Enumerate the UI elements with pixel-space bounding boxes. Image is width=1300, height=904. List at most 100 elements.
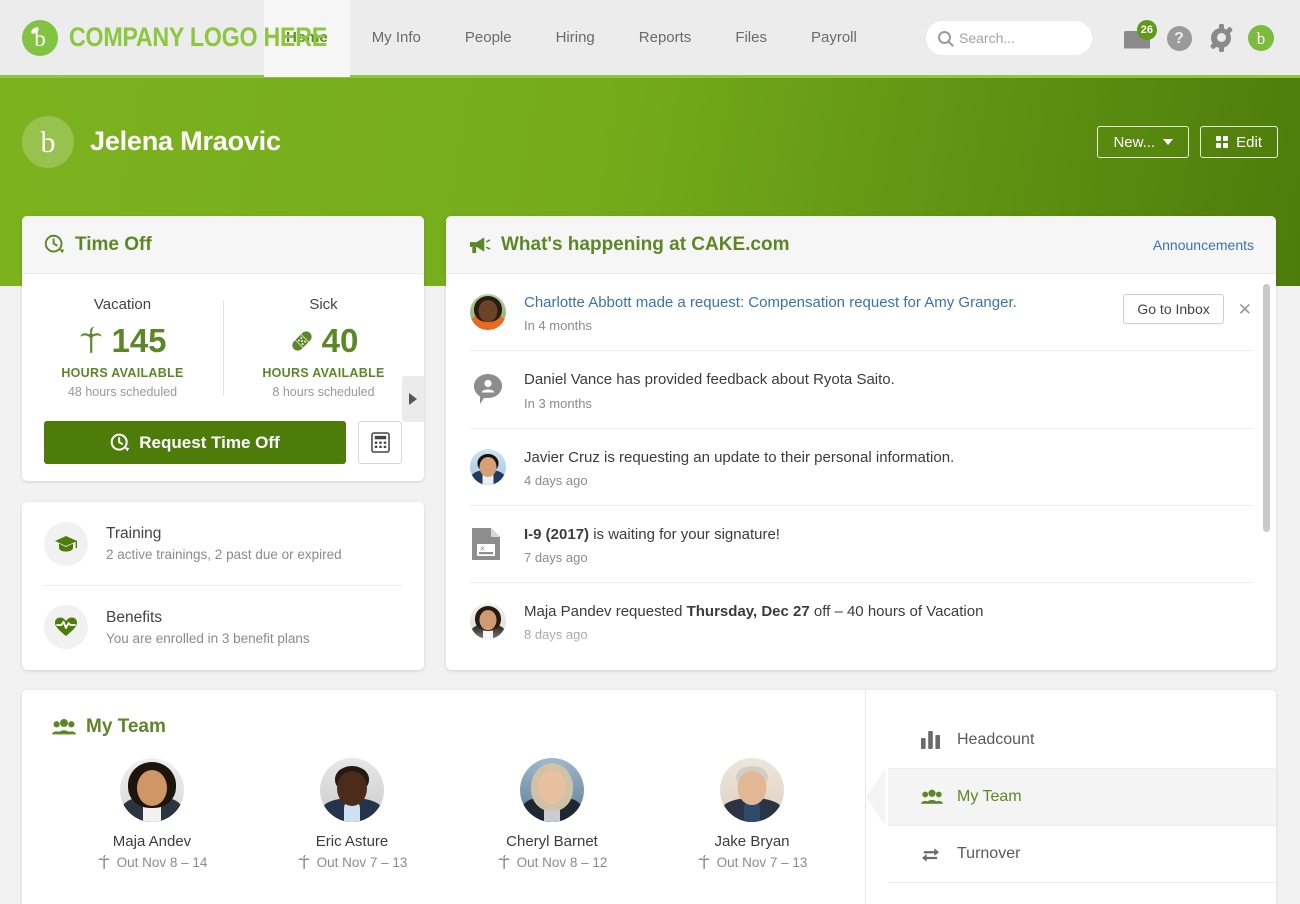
feed-item-body: Daniel Vance has provided feedback about… [524, 369, 1252, 410]
people-icon [52, 718, 76, 735]
team-member-status-text: Out Nov 8 – 14 [116, 855, 208, 870]
nav-right-actions: 26 ? b [926, 19, 1300, 55]
palm-tree-icon [97, 855, 110, 869]
my-team-people: Maja Andev Out Nov 8 – 14 Eric Asture Ou… [52, 758, 865, 870]
edit-button-label: Edit [1236, 133, 1262, 151]
new-button-label: New... [1113, 133, 1156, 151]
feed-scrollbar[interactable] [1263, 284, 1270, 656]
avatar [470, 603, 506, 639]
info-row-title: Benefits [106, 608, 163, 626]
nav-tab-payroll[interactable]: Payroll [789, 0, 879, 77]
feed-item[interactable]: Javier Cruz is requesting an update to t… [470, 427, 1252, 505]
bamboo-logo-icon: b [22, 19, 58, 56]
balance-units: HOURS AVAILABLE [262, 366, 385, 380]
nav-tab-my-info[interactable]: My Info [350, 0, 443, 77]
chevron-down-icon [1163, 139, 1174, 145]
palm-tree-icon [697, 855, 710, 869]
new-button[interactable]: New... [1097, 126, 1190, 158]
team-member-status-text: Out Nov 8 – 12 [516, 855, 608, 870]
close-icon[interactable]: ✕ [1238, 301, 1252, 318]
menu-item-label: Headcount [957, 731, 1035, 748]
feed-item-time: 4 days ago [524, 472, 588, 488]
time-off-header: Time Off [22, 216, 424, 274]
nav-tab-files[interactable]: Files [713, 0, 789, 77]
search-input[interactable] [959, 29, 1077, 46]
avatar [470, 448, 506, 485]
edit-button[interactable]: Edit [1200, 126, 1278, 158]
avatar [470, 294, 506, 330]
help-button[interactable]: ? [1162, 21, 1196, 55]
feed-scrollbar-thumb[interactable] [1263, 284, 1270, 532]
heart-icon [44, 605, 88, 649]
team-member-status: Out Nov 8 – 12 [452, 855, 652, 870]
team-member-status: Out Nov 8 – 14 [52, 855, 252, 870]
announcements-link[interactable]: Announcements [1153, 237, 1254, 253]
feed-item-text-pre: Maja Pandev requested [524, 603, 687, 620]
team-member[interactable]: Cheryl Barnet Out Nov 8 – 12 [452, 758, 652, 870]
nav-tab-people[interactable]: People [443, 0, 534, 77]
feed-item[interactable]: Maja Pandev requested Thursday, Dec 27 o… [470, 582, 1252, 659]
feed-item-text: Maja Pandev requested Thursday, Dec 27 o… [524, 602, 1252, 622]
feed-item-text[interactable]: Charlotte Abbott made a request: Compens… [524, 293, 1109, 313]
banner-actions: New... Edit [1097, 126, 1278, 158]
nav-tabs: Home My Info People Hiring Reports Files… [264, 0, 879, 77]
balance-scheduled: 48 hours scheduled [67, 385, 178, 399]
team-member[interactable]: Maja Andev Out Nov 8 – 14 [52, 758, 252, 870]
feed-item[interactable]: Charlotte Abbott made a request: Compens… [470, 274, 1252, 350]
settings-button[interactable] [1204, 21, 1238, 55]
team-member-name: Eric Asture [315, 833, 389, 850]
feed-item-actions: Go to Inbox ✕ [1123, 294, 1252, 324]
next-balance-button[interactable] [402, 376, 424, 422]
menu-item-headcount[interactable]: Headcount [888, 712, 1276, 769]
time-off-title: Time Off [75, 233, 152, 255]
team-member-name: Maja Andev [112, 833, 192, 850]
employee-avatar[interactable]: b [22, 116, 74, 168]
team-member[interactable]: Jake Bryan Out Nov 7 – 13 [652, 758, 852, 870]
company-logo[interactable]: b COMPANY LOGO HERE [0, 19, 327, 56]
team-member[interactable]: Eric Asture Out Nov 7 – 13 [252, 758, 452, 870]
clock-arrow-icon [44, 234, 65, 254]
page-title: Jelena Mraovic [90, 126, 281, 156]
balance-units: HOURS AVAILABLE [61, 366, 184, 380]
feed-item[interactable]: Take a moment to select people to give f… [470, 659, 1252, 670]
inbox-button[interactable]: 26 [1120, 19, 1157, 55]
feed-item-text: Daniel Vance has provided feedback about… [524, 371, 895, 389]
balance-label: Vacation [93, 296, 152, 313]
time-off-actions: Request Time Off [22, 399, 424, 464]
user-avatar-button[interactable]: b [1246, 21, 1280, 55]
grid-icon [1216, 136, 1229, 148]
refresh-icon [921, 845, 943, 863]
feed-item-text: I-9 (2017) is waiting for your signature… [524, 525, 1252, 545]
time-off-column-vacation: Vacation 145 HOURS AVAILABLE 48 hours sc… [22, 296, 223, 399]
calculator-button[interactable] [358, 421, 402, 464]
balance-hours: 145 [111, 322, 167, 359]
feed-item[interactable]: ✕ I-9 (2017) is waiting for your signatu… [470, 504, 1252, 582]
clock-arrow-icon [110, 433, 130, 451]
my-team-title-row: My Team [52, 716, 865, 738]
info-row-title: Training [106, 525, 162, 542]
feed-item-text-rest: off – 40 hours of Vacation [809, 603, 984, 620]
balance-hours: 40 [321, 322, 359, 359]
feed-item-text: Javier Cruz is requesting an update to t… [524, 448, 955, 466]
team-member-name: Cheryl Barnet [506, 833, 598, 850]
feed-item-text-bold: Thursday, Dec 27 [686, 603, 810, 620]
svg-text:✕: ✕ [480, 546, 486, 553]
info-row-training[interactable]: Training 2 active trainings, 2 past due … [44, 502, 402, 585]
feed-item-text-rest: is waiting for your signature! [589, 525, 780, 543]
feed-header: What's happening at CAKE.com Announcemen… [446, 216, 1276, 274]
search-box[interactable] [926, 20, 1092, 55]
team-member-status-text: Out Nov 7 – 13 [716, 855, 808, 870]
my-team-card: My Team Maja Andev Out Nov 8 – 14 Eric A… [22, 690, 1276, 904]
nav-tab-hiring[interactable]: Hiring [534, 0, 617, 77]
menu-item-turnover[interactable]: Turnover [888, 826, 1276, 883]
go-to-inbox-button[interactable]: Go to Inbox [1123, 294, 1224, 324]
feed-item-body: Charlotte Abbott made a request: Compens… [524, 292, 1109, 333]
request-time-off-button[interactable]: Request Time Off [44, 421, 346, 464]
feed-item-body: Maja Pandev requested Thursday, Dec 27 o… [524, 601, 1252, 642]
feed-item[interactable]: Daniel Vance has provided feedback about… [470, 350, 1252, 427]
avatar [320, 758, 384, 822]
document-icon: ✕ [470, 526, 506, 562]
info-row-benefits[interactable]: Benefits You are enrolled in 3 benefit p… [44, 585, 402, 668]
nav-tab-reports[interactable]: Reports [617, 0, 714, 77]
menu-item-my-team[interactable]: My Team [866, 769, 1276, 826]
